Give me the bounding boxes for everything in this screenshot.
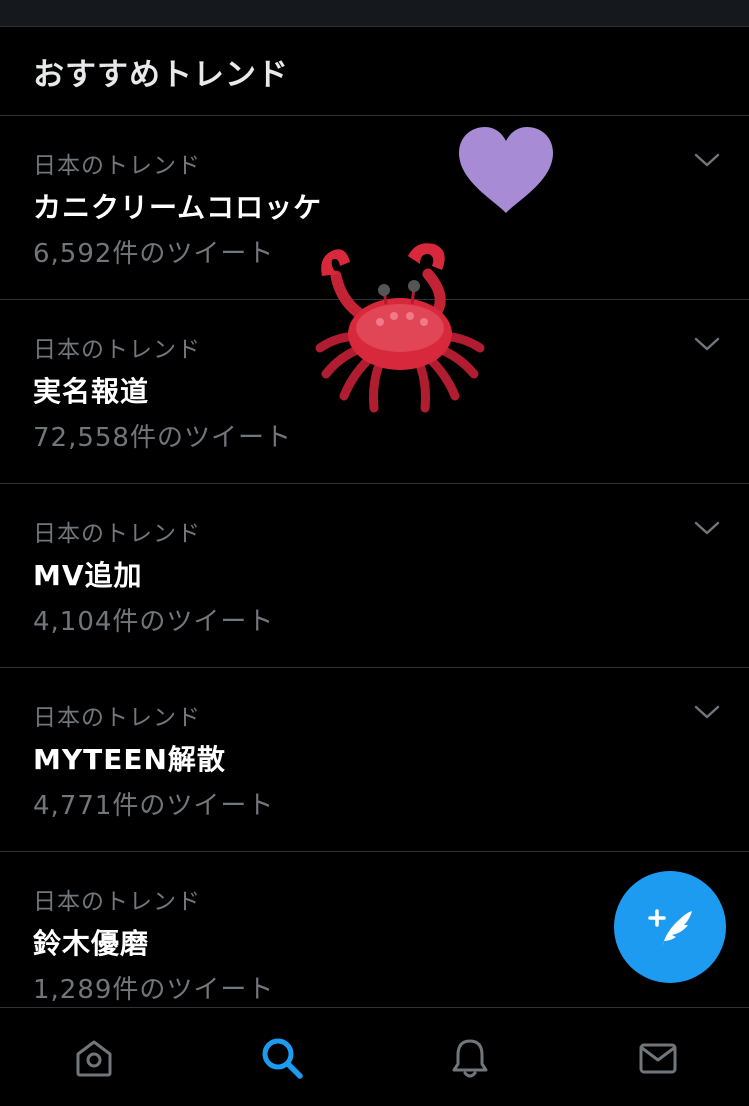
trend-name: 実名報道 [33,375,150,408]
crab-sticker-icon [315,243,485,413]
trend-context: 日本のトレンド [33,153,201,179]
trend-item[interactable]: 日本のトレンド MV追加 4,104件のツイート [0,484,749,668]
trend-tweet-count: 4,104件のツイート [33,607,275,637]
trend-context: 日本のトレンド [33,337,201,363]
chevron-down-icon[interactable] [693,150,721,170]
section-title: おすすめトレンド [33,57,289,93]
section-header: おすすめトレンド [0,27,749,116]
trend-tweet-count: 4,771件のツイート [33,791,275,821]
trend-context: 日本のトレンド [33,705,201,731]
compose-tweet-button[interactable] [614,871,726,983]
chevron-down-icon[interactable] [693,702,721,722]
bell-icon [452,1039,488,1078]
top-strip [0,0,749,27]
trend-context: 日本のトレンド [33,889,201,915]
nav-home-button[interactable] [70,1034,118,1082]
trend-item[interactable]: 日本のトレンド MYTEEN解散 4,771件のツイート [0,668,749,852]
chevron-down-icon[interactable] [693,334,721,354]
bottom-navigation [0,1007,749,1106]
nav-messages-button[interactable] [634,1034,682,1082]
trend-name: カニクリームコロッケ [33,191,323,224]
chevron-down-icon[interactable] [693,518,721,538]
compose-tweet-icon [648,909,692,947]
trend-name: MYTEEN解散 [33,743,226,776]
nav-search-button[interactable] [258,1034,306,1082]
trend-context: 日本のトレンド [33,521,201,547]
trend-tweet-count: 1,289件のツイート [33,975,275,1005]
trend-tweet-count: 6,592件のツイート [33,239,275,269]
search-icon [262,1038,303,1079]
home-icon [76,1040,112,1077]
nav-notifications-button[interactable] [446,1034,494,1082]
trend-name: MV追加 [33,559,143,592]
trend-name: 鈴木優磨 [33,927,150,960]
mail-icon [639,1043,677,1074]
trend-tweet-count: 72,558件のツイート [33,423,292,453]
heart-sticker-icon [459,127,553,213]
